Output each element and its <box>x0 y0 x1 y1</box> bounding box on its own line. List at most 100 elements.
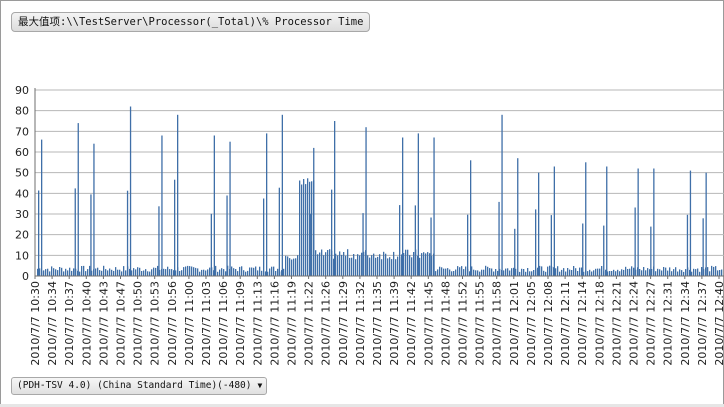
baseline-bar <box>563 268 565 276</box>
baseline-bar <box>505 268 507 276</box>
baseline-bar <box>369 257 371 276</box>
baseline-bar <box>707 267 709 276</box>
baseline-bar <box>197 268 199 276</box>
baseline-bar <box>483 269 485 276</box>
baseline-bar <box>615 271 617 276</box>
baseline-bar <box>357 254 359 276</box>
baseline-bar <box>269 268 271 276</box>
baseline-bar <box>215 265 217 276</box>
peak-shoulder-bar <box>414 205 416 276</box>
baseline-bar <box>169 269 171 276</box>
baseline-bar <box>97 267 99 276</box>
baseline-bar <box>375 257 377 276</box>
peak-bar <box>281 114 283 276</box>
baseline-bar <box>109 268 111 276</box>
bars-layer <box>37 106 723 276</box>
peak-shoulder-bar <box>362 213 364 276</box>
baseline-bar <box>667 270 669 276</box>
y-tick-label: 20 <box>15 229 29 242</box>
baseline-bar <box>721 269 723 276</box>
baseline-bar <box>277 268 279 276</box>
x-tick-label: 2010/7/7 12:40 <box>713 281 724 366</box>
baseline-bar <box>85 271 87 276</box>
baseline-bar <box>201 269 203 276</box>
axis-layer <box>34 88 724 279</box>
x-tick-label: 2010/7/7 12:21 <box>610 281 623 366</box>
baseline-bar <box>83 265 85 276</box>
baseline-bar <box>199 271 201 276</box>
baseline-bar <box>541 266 543 276</box>
baseline-bar <box>147 271 149 276</box>
peak-shoulder-bar <box>210 213 212 276</box>
baseline-bar <box>491 268 493 276</box>
baseline-bar <box>301 184 303 276</box>
baseline-bar <box>275 271 277 276</box>
baseline-bar <box>255 266 257 276</box>
peak-shoulder-bar <box>263 198 265 276</box>
baseline-bar <box>145 269 147 276</box>
x-tick-label: 2010/7/7 12:24 <box>628 281 641 366</box>
baseline-bar <box>237 271 239 276</box>
baseline-bar <box>119 269 121 276</box>
baseline-bar <box>315 250 317 276</box>
baseline-bar <box>455 269 457 276</box>
x-tick-label: 2010/7/7 10:40 <box>80 281 93 366</box>
baseline-bar <box>485 265 487 276</box>
baseline-bar <box>449 269 451 276</box>
baseline-bar <box>555 268 557 276</box>
x-tick-labels: 2010/7/7 10:30 2010/7/7 10:34 2010/7/7 10:… <box>29 281 724 366</box>
x-tick-label: 2010/7/7 11:13 <box>251 281 264 366</box>
baseline-bar <box>665 267 667 276</box>
x-tick-label: 2010/7/7 11:58 <box>491 281 504 366</box>
baseline-bar <box>49 271 51 276</box>
baseline-bar <box>233 268 235 276</box>
peak-shoulder-bar <box>174 179 176 276</box>
peak-shoulder-bar <box>550 215 552 276</box>
peak-shoulder-bar <box>535 209 537 276</box>
baseline-bar <box>709 271 711 276</box>
baseline-bar <box>611 271 613 276</box>
baseline-bar <box>425 253 427 276</box>
baseline-bar <box>671 271 673 276</box>
baseline-bar <box>187 265 189 276</box>
x-tick-label: 2010/7/7 11:39 <box>388 281 401 366</box>
baseline-bar <box>619 271 621 276</box>
baseline-bar <box>385 253 387 276</box>
baseline-bar <box>45 269 47 276</box>
baseline-bar <box>569 269 571 276</box>
baseline-bar <box>445 268 447 276</box>
baseline-bar <box>673 269 675 276</box>
baseline-bar <box>613 269 615 276</box>
baseline-bar <box>163 268 165 276</box>
baseline-bar <box>337 255 339 276</box>
baseline-bar <box>711 265 713 276</box>
baseline-bar <box>65 268 67 276</box>
peak-shoulder-bar <box>331 189 333 276</box>
baseline-bar <box>655 271 657 276</box>
baseline-bar <box>645 270 647 276</box>
baseline-bar <box>53 268 55 276</box>
baseline-bar <box>285 255 287 276</box>
counter-title-badge: 最大值项:\\TestServer\Processor(_Total)\% Pr… <box>11 12 371 32</box>
baseline-bar <box>503 270 505 276</box>
baseline-bar <box>307 178 309 276</box>
y-tick-labels: 0 10 20 30 40 50 60 70 80 90 <box>15 84 29 283</box>
timezone-dropdown[interactable]: (PDH-TSV 4.0) (China Standard Time)(-480… <box>11 377 268 395</box>
baseline-bar <box>361 252 363 276</box>
peak-bar <box>402 137 404 276</box>
peak-bar <box>213 135 215 276</box>
grid-layer <box>35 89 724 277</box>
baseline-bar <box>621 269 623 276</box>
baseline-bar <box>407 249 409 276</box>
baseline-bar <box>249 267 251 276</box>
baseline-bar <box>481 269 483 276</box>
baseline-bar <box>325 252 327 276</box>
baseline-bar <box>595 268 597 276</box>
baseline-bar <box>61 267 63 276</box>
baseline-bar <box>225 271 227 276</box>
peak-bar <box>334 121 336 276</box>
x-tick-label: 2010/7/7 10:47 <box>115 281 128 366</box>
peak-bar <box>417 133 419 276</box>
baseline-bar <box>695 269 697 276</box>
baseline-bar <box>395 259 397 276</box>
